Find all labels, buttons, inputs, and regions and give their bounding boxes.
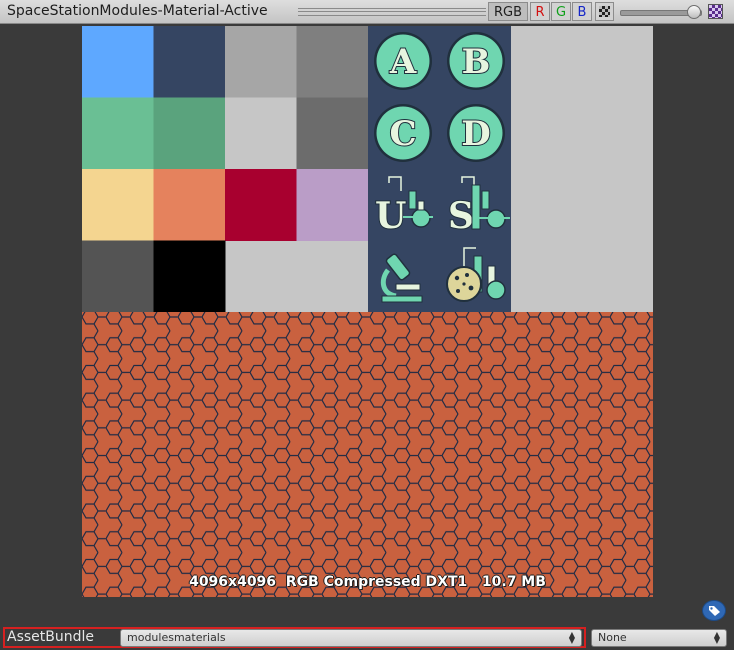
letter-a-badge-icon: A [374,32,432,90]
texture-image: A B C D U S [82,26,653,597]
asset-bundle-label: AssetBundle [7,629,95,645]
texture-preview: A B C D U S 4096x4096 RGB Compressed DXT… [82,26,653,597]
color-swatch [296,97,369,170]
color-swatch [153,97,226,170]
color-swatch [82,169,154,241]
svg-text:B: B [462,42,491,82]
letter-b-badge-icon: B [447,32,505,90]
color-swatch [153,169,226,241]
color-swatch [82,97,154,170]
drag-grip[interactable] [298,8,486,16]
asset-bundle-value: modulesmaterials [127,631,226,644]
mip-level-slider-thumb[interactable] [687,5,701,19]
tag-icon [709,606,720,616]
updown-arrows-icon: ▲ ▼ [568,630,575,645]
alpha-toggle-button[interactable] [595,2,614,21]
asset-title: SpaceStationModules-Material-Active [7,3,268,19]
updown-arrows-icon: ▲ ▼ [713,630,720,645]
svg-text:A: A [389,42,417,82]
asset-labels-button[interactable] [702,600,726,621]
svg-text:C: C [389,114,416,154]
color-swatch [225,97,297,170]
inspector-preview-header: SpaceStationModules-Material-Active RGB … [0,0,734,24]
color-swatch [225,169,297,241]
hex-tile-lines [82,312,653,597]
asset-bundle-dropdown[interactable]: modulesmaterials ▲ ▼ [120,629,582,647]
color-swatch [153,240,226,313]
letter-d-badge-icon: D [447,104,505,162]
svg-text:D: D [461,114,490,154]
channel-r-button[interactable]: R [530,2,550,21]
color-swatch [296,169,369,241]
color-swatch [153,26,226,98]
asset-bundle-variant-value: None [598,631,627,644]
mipmap-checker-icon [708,4,723,19]
channel-b-button[interactable]: B [572,2,592,21]
letter-c-badge-icon: C [374,104,432,162]
color-swatch [82,240,154,313]
texture-info-label: 4096x4096 RGB Compressed DXT1 10.7 MB [189,574,546,590]
svg-text:S: S [448,195,474,237]
asset-bundle-variant-dropdown[interactable]: None ▲ ▼ [591,629,727,647]
svg-text:U: U [375,195,406,237]
channel-rgb-button[interactable]: RGB [488,2,528,21]
color-swatch [82,26,154,98]
channel-g-button[interactable]: G [551,2,571,21]
color-swatch [296,26,369,98]
asset-bundle-bar: AssetBundle modulesmaterials ▲ ▼ None ▲ ▼ [0,624,734,650]
checkerboard-icon [599,6,610,17]
color-swatch [225,26,297,98]
